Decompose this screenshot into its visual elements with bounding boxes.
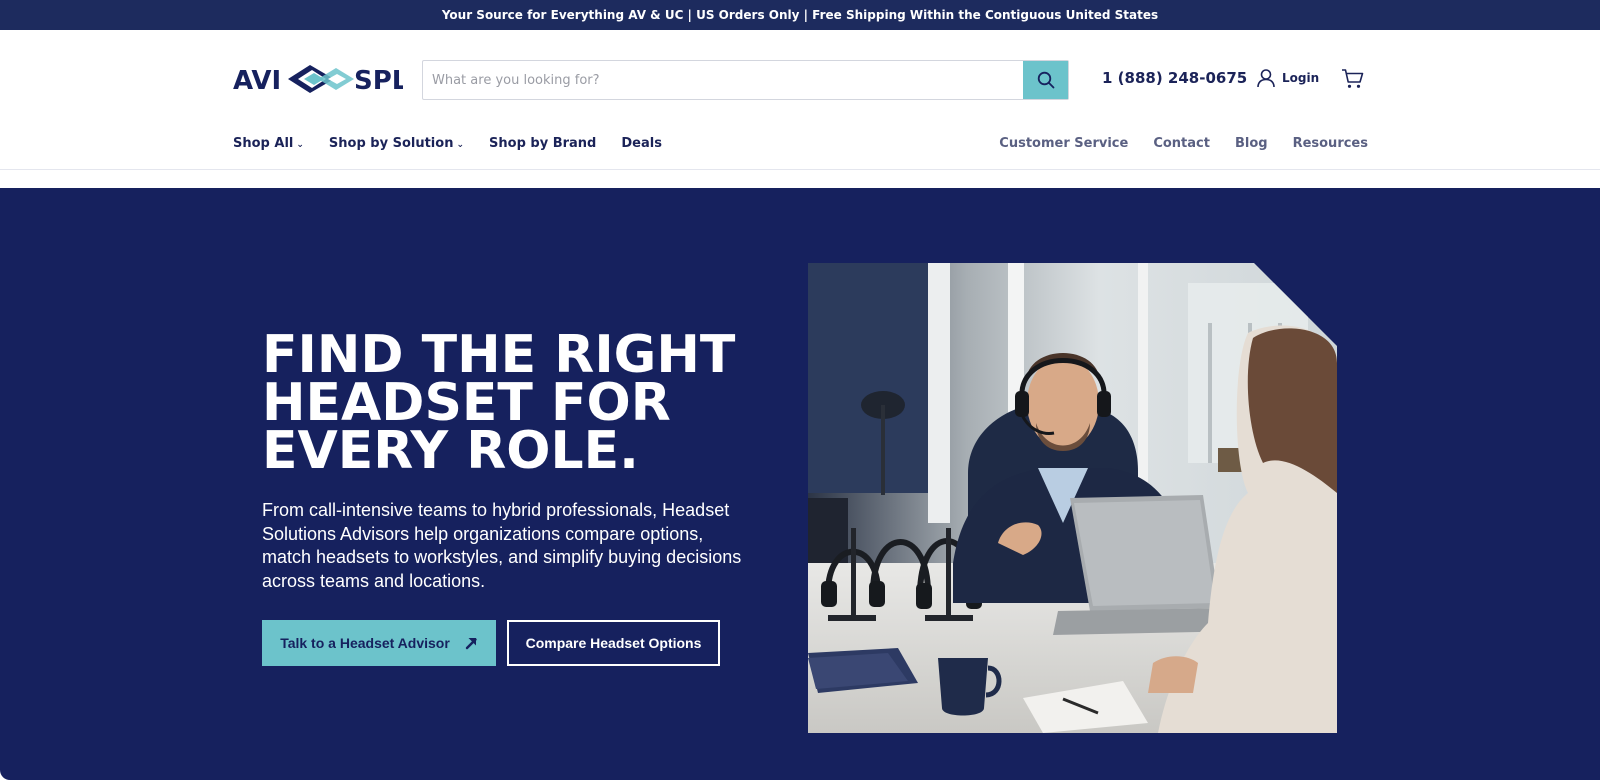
arrow-up-right-icon [465,638,477,650]
logo-left-text: AVI [233,66,281,95]
hero-description: From call-intensive teams to hybrid prof… [262,500,742,591]
nav-shop-by-solution-label: Shop by Solution [328,136,454,151]
talk-to-advisor-label: Talk to a Headset Advisor [280,635,450,651]
primary-nav: Shop All ⌄ Shop by Solution ⌄ Shop by Br… [233,136,662,151]
login-link[interactable]: Login [1256,68,1319,88]
login-label: Login [1282,71,1320,85]
nav-blog[interactable]: Blog [1235,136,1268,151]
search-icon [1037,71,1054,89]
hero-headline-line: FIND THE RIGHT [262,325,736,385]
nav-customer-service[interactable]: Customer Service [999,136,1128,151]
announcement-text: Your Source for Everything AV & UC | US … [441,8,1159,22]
nav-shop-by-brand[interactable]: Shop by Brand [489,136,596,151]
nav-resources[interactable]: Resources [1293,136,1368,151]
hero-headline-line: EVERY ROLE. [262,421,639,481]
hero-headline-line: HEADSET FOR [262,373,671,433]
office-headset-photo [808,263,1337,733]
avi-spl-logo[interactable]: AVI SPL [233,63,403,95]
nav-shop-all-label: Shop All [233,136,294,151]
cart-icon [1342,69,1364,88]
announcement-bar: Your Source for Everything AV & UC | US … [0,0,1600,30]
talk-to-advisor-button[interactable]: Talk to a Headset Advisor [262,620,496,666]
hero-photo [808,263,1337,733]
search-bar [422,60,1069,100]
site-header: AVI SPL 1 (888) 248-0675 Login [0,30,1600,170]
nav-contact[interactable]: Contact [1153,136,1210,151]
nav-shop-all[interactable]: Shop All ⌄ [233,136,304,151]
user-icon [1257,69,1275,88]
search-input[interactable] [423,61,1024,99]
search-button[interactable] [1023,61,1068,99]
chevron-down-icon: ⌄ [296,140,304,150]
compare-headset-options-label: Compare Headset Options [525,635,702,651]
secondary-nav: Customer Service Contact Blog Resources [974,136,1368,151]
nav-shop-by-brand-label: Shop by Brand [489,136,597,151]
nav-shop-by-solution[interactable]: Shop by Solution ⌄ [329,136,464,151]
nav-deals-label: Deals [621,136,662,151]
phone-number-link[interactable]: 1 (888) 248-0675 [1102,69,1247,87]
nav-deals[interactable]: Deals [621,136,662,151]
chevron-down-icon: ⌄ [456,140,465,150]
hero-headline: FIND THE RIGHT HEADSET FOR EVERY ROLE. [262,325,782,481]
logo-right-text: SPL [354,66,403,95]
compare-headset-options-button[interactable]: Compare Headset Options [507,620,720,666]
hero-banner: FIND THE RIGHT HEADSET FOR EVERY ROLE. F… [0,188,1600,780]
cart-button[interactable] [1341,68,1364,93]
